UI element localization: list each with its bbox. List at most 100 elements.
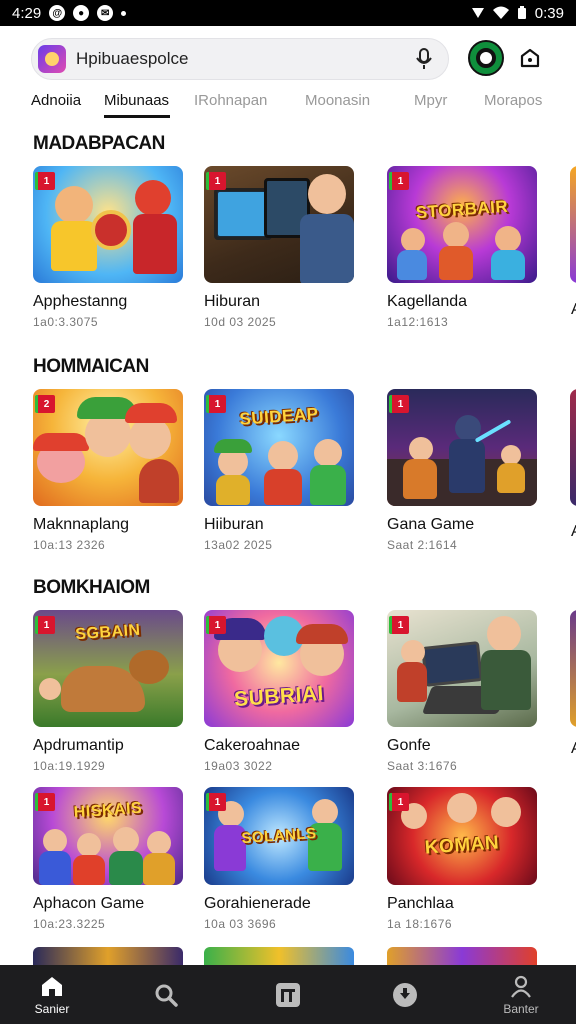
bell-icon[interactable] [512, 40, 548, 76]
game-card-partial[interactable] [570, 610, 576, 727]
download-icon [392, 982, 418, 1008]
game-thumbnail: 1 [387, 389, 537, 506]
account-avatar[interactable] [468, 40, 504, 76]
card-title: Cakeroahnae [204, 737, 301, 754]
nav-search[interactable] [136, 965, 196, 1024]
game-card-peek[interactable] [387, 947, 537, 965]
card-title: Kagellanda [387, 293, 468, 310]
search-input[interactable] [76, 49, 412, 69]
rating-badge: 1 [206, 793, 226, 811]
tab-3[interactable]: Moonasin [305, 92, 370, 109]
rating-badge: 1 [389, 616, 409, 634]
rating-badge: 2 [35, 395, 55, 413]
game-thumbnail: SUBRIAI 1 [204, 610, 354, 727]
game-card[interactable]: SGBAIN 1 Apdrumantip 10a:19.1929 [33, 610, 183, 773]
tab-1[interactable]: Mibunaas [104, 92, 169, 109]
game-card[interactable]: 1 Gonfe Saat 3:1676 [387, 610, 537, 773]
card-title: Maknnaplang [33, 516, 130, 533]
game-card-partial[interactable] [570, 166, 576, 283]
card-title: Gana Game [387, 516, 475, 533]
card-title-partial: A [571, 740, 576, 758]
section-title: MADABPACAN [33, 133, 165, 154]
profile-icon [508, 973, 534, 999]
game-card[interactable]: KOMAN 1 Panchlaa 1a 18:1676 [387, 787, 537, 931]
mic-icon[interactable] [412, 47, 436, 71]
notification-icon: ● [73, 5, 90, 21]
game-card[interactable]: 1 Hiburan 10d 03 2025 [204, 166, 354, 329]
nav-downloads[interactable] [375, 965, 435, 1024]
battery-icon [517, 6, 526, 19]
game-card[interactable]: HISKAIS 1 Aphacon Game 10a:23.3225 [33, 787, 183, 931]
game-card[interactable]: SUIDEAP 1 Hiiburan 13a02 2025 [204, 389, 354, 552]
game-card-partial[interactable] [570, 389, 576, 506]
game-banner: SGBAIN [74, 622, 142, 644]
wifi-icon [492, 6, 509, 19]
nav-library[interactable] [258, 965, 318, 1024]
card-title-partial: A [571, 523, 576, 541]
nav-home[interactable]: Sanier [22, 965, 82, 1024]
search-icon [153, 982, 179, 1008]
notification-icon: @ [49, 5, 66, 21]
game-thumbnail: 1 [33, 166, 183, 283]
app-logo-icon [38, 45, 66, 73]
game-banner: KOMAN [424, 832, 500, 859]
bottom-navigation: Sanier Banter [0, 965, 576, 1024]
cast-icon [471, 8, 484, 18]
game-banner: SOLANLS [240, 824, 318, 848]
home-icon [39, 973, 65, 999]
tab-4[interactable]: Mpyr [414, 92, 447, 109]
game-card-peek[interactable] [33, 947, 183, 965]
rating-badge: 1 [389, 172, 409, 190]
search-bar[interactable] [31, 38, 449, 80]
status-bar: 4:29 @ ● ✉ 0:39 [0, 0, 576, 26]
card-subtitle: 19a03 3022 [204, 759, 273, 773]
game-thumbnail: SOLANLS 1 [204, 787, 354, 885]
tab-2[interactable]: IRohnapan [194, 92, 267, 109]
game-thumbnail: SUIDEAP 1 [204, 389, 354, 506]
game-card[interactable]: 1 Gana Game Saat 2:1614 [387, 389, 537, 552]
category-tabs: Adnoiia Mibunaas IRohnapan Moonasin Mpyr… [0, 88, 576, 120]
nav-label: Banter [503, 1002, 539, 1016]
card-title: Apdrumantip [33, 737, 124, 754]
rating-badge: 1 [389, 793, 409, 811]
game-thumbnail: STORBAIR 1 [387, 166, 537, 283]
tab-indicator [104, 115, 170, 118]
status-time: 4:29 [12, 4, 42, 22]
card-subtitle: 1a12:1613 [387, 315, 449, 329]
notification-icon: ✉ [97, 5, 114, 21]
section-title: BOMKHAIOM [33, 577, 150, 598]
game-card[interactable]: STORBAIR 1 Kagellanda 1a12:1613 [387, 166, 537, 329]
tab-0[interactable]: Adnoiia [31, 92, 81, 109]
game-card[interactable]: SUBRIAI 1 Cakeroahnae 19a03 3022 [204, 610, 354, 773]
rating-badge: 1 [35, 172, 55, 190]
game-banner: SUBRIAI [233, 681, 325, 711]
rating-badge: 1 [389, 395, 409, 413]
game-banner: STORBAIR [415, 197, 509, 223]
rating-badge: 1 [206, 395, 226, 413]
rating-badge: 1 [35, 793, 55, 811]
nav-profile[interactable]: Banter [491, 965, 551, 1024]
card-subtitle: 10d 03 2025 [204, 315, 277, 329]
game-card[interactable]: SOLANLS 1 Gorahienerade 10a 03 3696 [204, 787, 354, 931]
card-subtitle: 10a:13 2326 [33, 538, 106, 552]
section-title: HOMMAICAN [33, 356, 149, 377]
game-card[interactable]: 1 Apphestanng 1a0:3.3075 [33, 166, 183, 329]
status-clock: 0:39 [534, 4, 564, 22]
rating-badge: 1 [206, 616, 226, 634]
game-thumbnail: 2 [33, 389, 183, 506]
game-thumbnail: KOMAN 1 [387, 787, 537, 885]
tab-5[interactable]: Morapos [484, 92, 542, 109]
card-title: Panchlaa [387, 895, 454, 912]
card-title: Apphestanng [33, 293, 128, 310]
card-subtitle: 1a 18:1676 [387, 917, 453, 931]
rating-badge: 1 [35, 616, 55, 634]
game-card[interactable]: 2 Maknnaplang 10a:13 2326 [33, 389, 183, 552]
card-subtitle: 13a02 2025 [204, 538, 273, 552]
library-icon [275, 982, 301, 1008]
game-thumbnail: 1 [204, 166, 354, 283]
game-card-peek[interactable] [204, 947, 354, 965]
game-thumbnail: SGBAIN 1 [33, 610, 183, 727]
nav-label: Sanier [34, 1002, 70, 1016]
card-title: Hiburan [204, 293, 261, 310]
card-subtitle: Saat 3:1676 [387, 759, 458, 773]
